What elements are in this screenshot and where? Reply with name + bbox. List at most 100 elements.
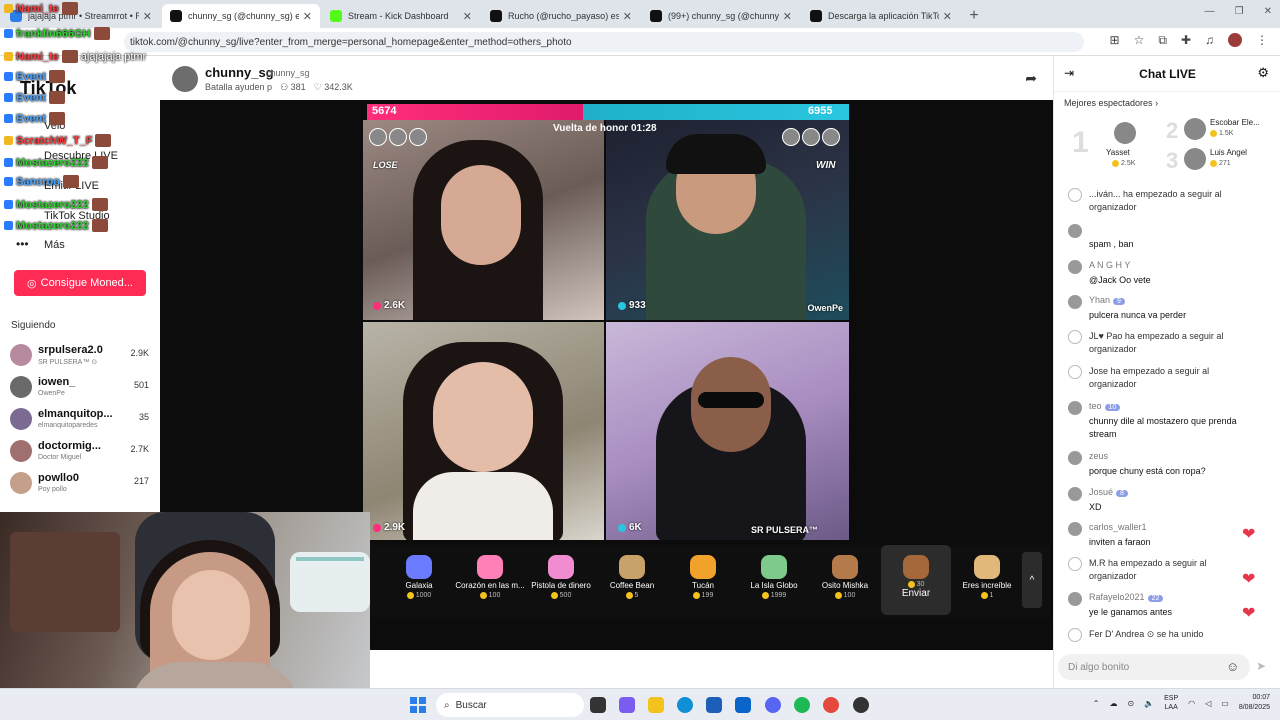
gift-item[interactable]: La Isla Globo 1999: [739, 545, 809, 615]
chat-username[interactable]: teo 10: [1089, 401, 1121, 411]
chat-emote-icon: [61, 50, 78, 63]
file-explorer-icon[interactable]: [648, 697, 664, 713]
obs-icon[interactable]: [853, 697, 869, 713]
media-control-icon[interactable]: ♫: [1205, 33, 1214, 48]
send-icon[interactable]: ➤: [1256, 659, 1266, 673]
tray-app-icon[interactable]: ⊙: [1127, 699, 1134, 708]
url-field[interactable]: tiktok.com/@chunny_sg/live?enter_from_me…: [124, 32, 1084, 52]
battle-cell-2[interactable]: WIN 933 OwenPe: [606, 120, 849, 320]
chat-message[interactable]: carlos_waller1 inviten a faraon: [1068, 522, 1268, 556]
chat-message[interactable]: ...iván... ha empezado a seguir al organ…: [1068, 188, 1268, 222]
clock-date: 8/08/2025: [1238, 704, 1270, 711]
edge-icon[interactable]: [677, 697, 693, 713]
discord-icon[interactable]: [765, 697, 781, 713]
windows-start-icon[interactable]: [410, 697, 426, 713]
chrome-icon[interactable]: [823, 697, 839, 713]
store-icon[interactable]: [706, 697, 722, 713]
top-viewers-title[interactable]: Mejores espectadores ›: [1064, 98, 1158, 108]
following-item[interactable]: doctormig... Doctor Miguel 2.7K: [10, 438, 155, 468]
chat-message[interactable]: zeus porque chuny está con ropa?: [1068, 451, 1268, 485]
chat-username[interactable]: Yhan 9: [1089, 295, 1125, 305]
chevron-up-icon[interactable]: ⌃: [1093, 699, 1100, 708]
new-tab-button[interactable]: +: [960, 4, 988, 28]
tab-close-icon[interactable]: ✕: [303, 10, 312, 23]
extension-icon[interactable]: ⧉: [1158, 33, 1167, 48]
browser-tab[interactable]: Stream - Kick Dashboard ✕: [322, 4, 480, 28]
battle-cell-4[interactable]: 6K SR PULSERA™: [606, 322, 849, 540]
chat-message[interactable]: Yhan 9 pulcera nunca va perder: [1068, 295, 1268, 329]
tab-close-icon[interactable]: ✕: [783, 10, 792, 23]
clock[interactable]: 00:07 8/08/2025: [1239, 693, 1270, 713]
chat-message[interactable]: Josué 8 XD: [1068, 487, 1268, 521]
share-icon[interactable]: ➦: [1025, 70, 1037, 87]
battle-cell-1[interactable]: LOSE 2.6K: [363, 120, 604, 320]
settings-icon[interactable]: ⚙: [1257, 65, 1269, 81]
top-viewer[interactable]: 3 Luis Angel 271: [1166, 146, 1266, 186]
following-item[interactable]: powllo0 Poy pollo 217: [10, 470, 155, 500]
pink-team-icon: [373, 301, 381, 310]
chat-username[interactable]: zeus: [1089, 451, 1108, 461]
network-icon[interactable]: ☁: [1109, 699, 1117, 708]
translate-icon[interactable]: ⊞: [1110, 33, 1120, 48]
following-item[interactable]: srpulsera2.0 SR PULSERA™ ⊙ 2.9K: [10, 342, 155, 372]
browser-tab[interactable]: Descarga la aplicación TikTok p ✕: [802, 4, 960, 28]
battery-icon[interactable]: ▭: [1221, 699, 1229, 708]
gift-item[interactable]: Coffee Bean 5: [597, 545, 667, 615]
host-avatar[interactable]: [172, 66, 198, 92]
chat-user-avatar: [1068, 522, 1082, 536]
wifi-icon[interactable]: ◠: [1188, 699, 1195, 708]
taskbar-search[interactable]: ⌕ Buscar: [436, 693, 584, 717]
following-item[interactable]: iowen_ OwenPe 501: [10, 374, 155, 404]
bookmark-star-icon[interactable]: ☆: [1134, 33, 1145, 48]
gift-item[interactable]: 30 Enviar: [881, 545, 951, 615]
chat-input[interactable]: Di algo bonito: [1058, 654, 1250, 680]
tab-close-icon[interactable]: ✕: [623, 10, 632, 23]
speaker-icon[interactable]: ◁: [1205, 699, 1211, 708]
spotify-icon[interactable]: [794, 697, 810, 713]
volume-icon[interactable]: 🔈: [1144, 699, 1154, 708]
minimize-icon[interactable]: —: [1205, 6, 1215, 17]
chat-system-text: JL♥ Pao ha empezado a seguir al organiza…: [1089, 331, 1224, 354]
close-window-icon[interactable]: ✕: [1264, 6, 1272, 17]
chat-message[interactable]: spam , ban: [1068, 224, 1268, 258]
overlay-chat-user: Event: [16, 91, 46, 104]
chat-username[interactable]: carlos_waller1: [1089, 522, 1147, 532]
chat-message[interactable]: M.R ha empezado a seguir al organizador: [1068, 557, 1268, 591]
following-item[interactable]: elmanquitop... elmanquitoparedes 35: [10, 406, 155, 436]
profile-avatar[interactable]: [1228, 33, 1242, 47]
chat-username[interactable]: Josué 8: [1089, 487, 1128, 497]
gift-item[interactable]: Galaxia 1000: [384, 545, 454, 615]
overlay-chat-line: Nami_te ajajajaja ptmr: [4, 50, 146, 63]
chat-username[interactable]: A N G H Y: [1089, 260, 1130, 270]
gift-item[interactable]: Osito Mishka 100: [810, 545, 880, 615]
battle-cell-3[interactable]: 2.9K: [363, 322, 604, 540]
host-name[interactable]: chunny_sg: [205, 65, 274, 80]
outlook-icon[interactable]: [735, 697, 751, 713]
gift-expand-button[interactable]: ^: [1022, 552, 1042, 608]
chat-message[interactable]: Jose ha empezado a seguir al organizador: [1068, 365, 1268, 399]
puzzle-icon[interactable]: ✚: [1181, 33, 1191, 48]
chat-username-text: A N G H Y: [1089, 260, 1131, 270]
browser-tab[interactable]: Rucho (@rucho_payaso) está e ✕: [482, 4, 640, 28]
browser-tab[interactable]: chunny_sg (@chunny_sg) en ✕: [162, 4, 320, 28]
chat-message[interactable]: JL♥ Pao ha empezado a seguir al organiza…: [1068, 330, 1268, 364]
get-coins-button[interactable]: ◎ Consigue Moned...: [14, 270, 146, 296]
copilot-icon[interactable]: [619, 697, 635, 713]
emoji-icon[interactable]: ☺: [1226, 659, 1239, 674]
chat-message[interactable]: Rafayelo2021 22 ye le ganamos antes: [1068, 592, 1268, 626]
gift-item[interactable]: Eres increíble 1: [952, 545, 1022, 615]
browser-menu-icon[interactable]: ⋮: [1256, 33, 1268, 48]
chat-message[interactable]: teo 10 chunny dile al mostazero que prenda…: [1068, 401, 1268, 439]
gift-item[interactable]: Pistola de dinero 500: [526, 545, 596, 615]
task-view-icon[interactable]: [590, 697, 606, 713]
browser-tab[interactable]: (99+) chunny_sg (@chunny_sg ✕: [642, 4, 800, 28]
tab-close-icon[interactable]: ✕: [463, 10, 472, 23]
language-indicator[interactable]: ESP LAA: [1164, 694, 1178, 712]
maximize-icon[interactable]: ❐: [1235, 6, 1244, 17]
tab-close-icon[interactable]: ✕: [943, 10, 952, 23]
top-viewer[interactable]: 1 Yasset 2.5K: [1072, 118, 1172, 167]
gift-item[interactable]: Tucán 199: [668, 545, 738, 615]
gift-item[interactable]: Corazón en las m... 100: [455, 545, 525, 615]
chat-message[interactable]: A N G H Y @Jack Oo vete: [1068, 260, 1268, 294]
chat-username[interactable]: Rafayelo2021 22: [1089, 592, 1164, 602]
